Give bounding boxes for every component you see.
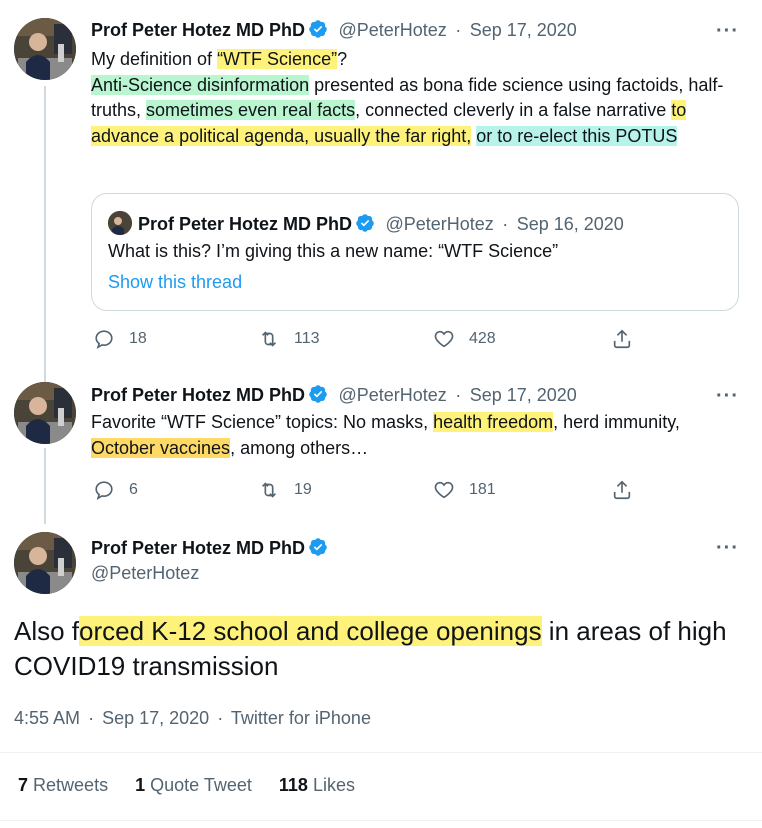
likes-stat[interactable]: 118 Likes (279, 775, 355, 795)
author-name[interactable]: Prof Peter Hotez MD PhD (91, 20, 305, 40)
retweet-count: 19 (294, 481, 312, 498)
tweet-time[interactable]: 4:55 AM (14, 708, 80, 728)
retweets-count: 7 (18, 775, 29, 795)
likes-label: Likes (312, 775, 355, 795)
highlighted-text: health freedom (433, 412, 554, 432)
share-icon (613, 480, 631, 500)
avatar[interactable] (14, 18, 76, 80)
avatar[interactable] (14, 532, 76, 594)
quote-date: Sep 16, 2020 (516, 214, 624, 234)
quote-author-name: Prof Peter Hotez MD PhD (138, 214, 353, 234)
retweets-label: Retweets (33, 775, 109, 795)
tweet-text: My definition of “WTF Science”? Anti-Sci… (91, 47, 741, 149)
author-name[interactable]: Prof Peter Hotez MD PhD (91, 385, 305, 405)
tweet-source[interactable]: Twitter for iPhone (231, 708, 371, 728)
highlighted-text: October vaccines (91, 437, 231, 458)
tweet-date[interactable]: Sep 17, 2020 (470, 385, 577, 405)
avatar[interactable] (14, 382, 76, 444)
highlighted-text: “WTF Science” (217, 49, 338, 69)
separator-dot: · (88, 708, 95, 728)
like-count: 181 (469, 481, 496, 498)
author-handle[interactable]: @PeterHotez (338, 20, 446, 40)
verified-badge-icon (309, 385, 327, 403)
thread-line (44, 448, 46, 524)
quotes-stat[interactable]: 1 Quote Tweet (135, 775, 257, 795)
text-segment: ? (337, 49, 348, 69)
highlighted-text: orced K-12 school and college openings (79, 616, 542, 646)
tweet-date[interactable]: Sep 17, 2020 (102, 708, 209, 728)
verified-badge-icon (356, 214, 374, 232)
show-thread-link[interactable]: Show this thread (108, 272, 242, 293)
reply-button[interactable]: 18 (93, 328, 147, 350)
text-segment: My definition of (91, 49, 218, 69)
more-options-icon[interactable]: ··· (716, 20, 739, 43)
quoted-tweet[interactable]: Prof Peter Hotez MD PhD @PeterHotez · Se… (91, 193, 739, 311)
retweet-button[interactable]: 113 (258, 328, 320, 350)
tweet-meta: 4:55 AM · Sep 17, 2020 · Twitter for iPh… (14, 708, 371, 729)
highlighted-text: Anti-Science disinformation (91, 74, 310, 95)
reply-icon (95, 330, 113, 350)
author-handle[interactable]: @PeterHotez (91, 563, 199, 584)
tweet-header: Prof Peter Hotez MD PhD @PeterHotez · Se… (91, 19, 577, 41)
text-segment: Favorite “WTF Science” topics: No masks, (91, 412, 434, 432)
separator-dot: · (455, 20, 462, 40)
verified-badge-icon (309, 538, 327, 556)
quotes-label: Quote Tweet (150, 775, 252, 795)
tweet-stats: 7 Retweets 1 Quote Tweet 118 Likes (18, 775, 355, 796)
separator-dot: · (217, 708, 224, 728)
separator-dot: · (455, 385, 462, 405)
reply-button[interactable]: 6 (93, 479, 138, 501)
retweet-button[interactable]: 19 (258, 479, 312, 501)
retweet-count: 113 (294, 330, 320, 347)
quote-text: What is this? I’m giving this a new name… (108, 241, 559, 261)
more-options-icon[interactable]: ··· (716, 385, 739, 408)
tweet-header: Prof Peter Hotez MD PhD @PeterHotez · Se… (91, 384, 577, 406)
main-tweet-header: Prof Peter Hotez MD PhD (91, 537, 328, 559)
retweet-icon (261, 331, 277, 347)
main-tweet-text: Also forced K-12 school and college open… (14, 614, 744, 684)
text-segment: , among others… (230, 437, 369, 458)
more-options-icon[interactable]: ··· (716, 537, 739, 560)
verified-badge-icon (309, 20, 327, 38)
tweet-date[interactable]: Sep 17, 2020 (470, 20, 577, 40)
divider (0, 820, 762, 821)
quote-header: Prof Peter Hotez MD PhD @PeterHotez · Se… (108, 211, 624, 235)
share-button[interactable] (611, 328, 633, 350)
highlighted-text: sometimes even real facts (146, 100, 356, 120)
highlighted-text: or to re-elect this POTUS (476, 125, 678, 146)
retweet-icon (261, 482, 277, 498)
thread-line (44, 86, 46, 382)
reply-icon (95, 481, 113, 501)
quotes-count: 1 (135, 775, 146, 795)
quote-author-handle: @PeterHotez (385, 214, 494, 234)
author-handle[interactable]: @PeterHotez (338, 385, 446, 405)
like-button[interactable]: 181 (433, 479, 496, 501)
separator-dot: · (502, 214, 509, 234)
share-icon (613, 329, 631, 349)
heart-icon (434, 330, 454, 348)
retweets-stat[interactable]: 7 Retweets (18, 775, 113, 795)
divider (0, 752, 762, 753)
quote-avatar (108, 211, 132, 235)
likes-count: 118 (278, 775, 308, 795)
tweet-text: Favorite “WTF Science” topics: No masks,… (91, 410, 741, 461)
like-button[interactable]: 428 (433, 328, 496, 350)
reply-count: 18 (129, 330, 147, 347)
text-segment: , connected cleverly in a false narrativ… (355, 100, 672, 120)
share-button[interactable] (611, 479, 633, 501)
heart-icon (434, 481, 454, 499)
text-segment: Also f (14, 616, 80, 646)
text-segment: , herd immunity, (553, 412, 680, 432)
reply-count: 6 (129, 481, 138, 498)
author-name[interactable]: Prof Peter Hotez MD PhD (91, 538, 305, 558)
like-count: 428 (469, 330, 496, 347)
